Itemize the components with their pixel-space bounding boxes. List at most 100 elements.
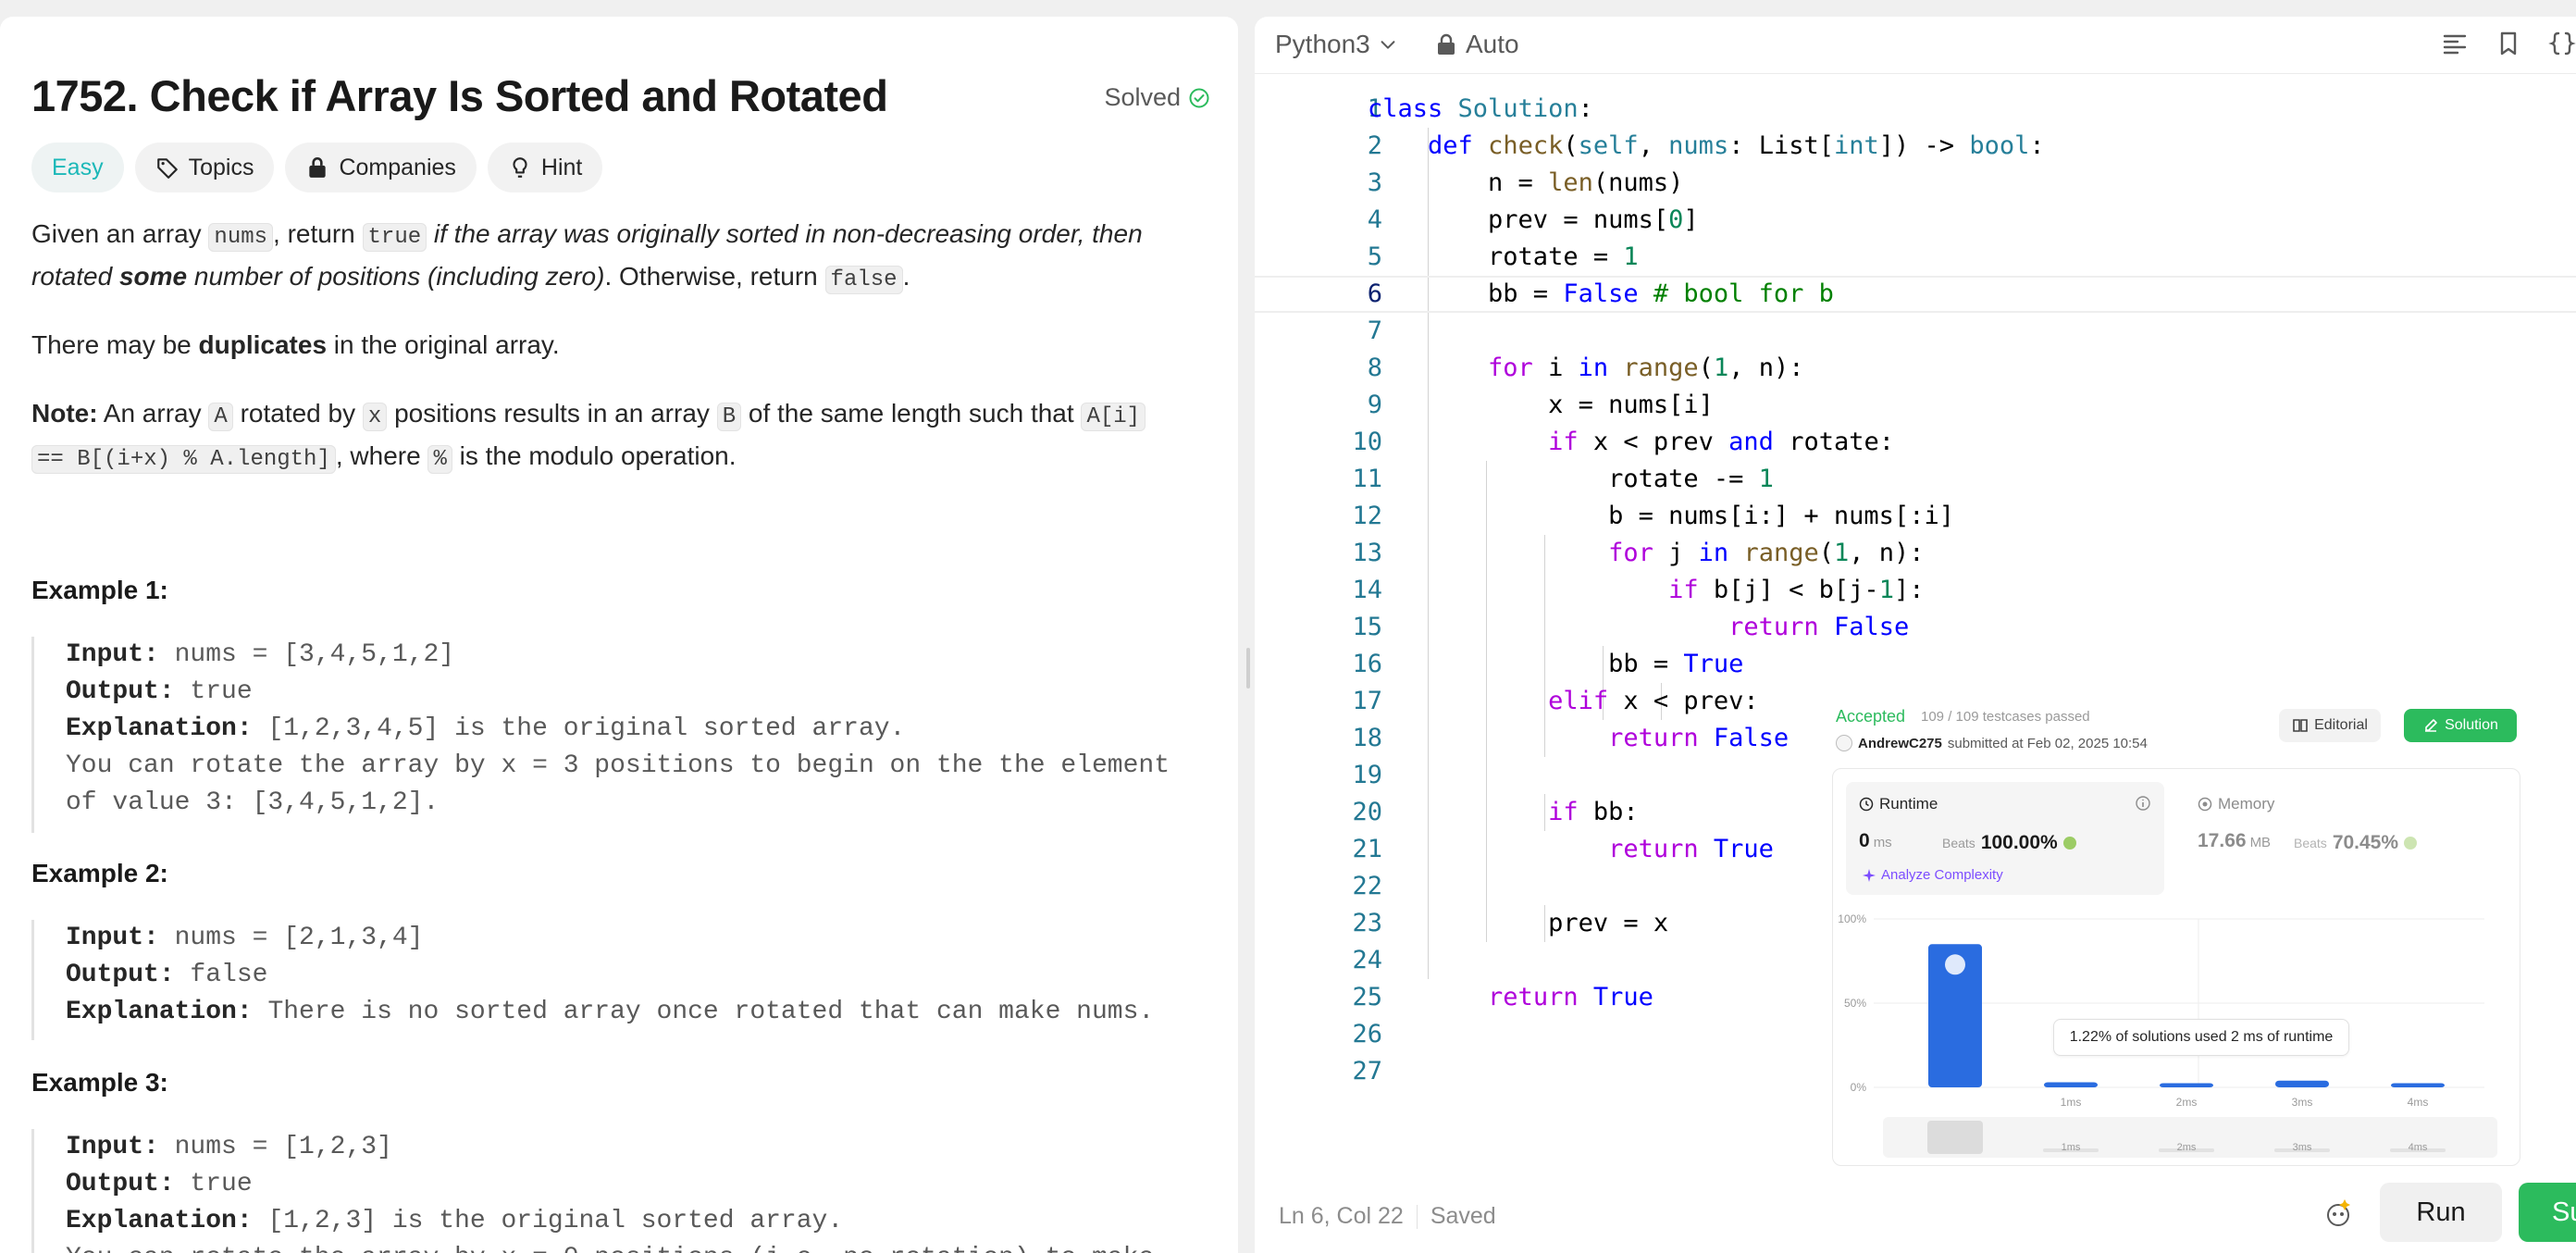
slider-tick-label: 4ms [2409, 1142, 2428, 1153]
code-token: : [2029, 131, 2045, 160]
panel-resize-handle[interactable] [1242, 0, 1255, 1253]
code-line[interactable]: 4 prev = nums[0] [1255, 202, 2576, 239]
example-2-explanation: Explanation: There is no sorted array on… [66, 994, 1210, 1031]
desc-text: . Otherwise, return [604, 262, 825, 291]
code-line[interactable]: 1 class Solution: [1255, 91, 2576, 128]
memory-unit: MB [2249, 835, 2272, 850]
code-line[interactable]: 5 rotate = 1 [1255, 239, 2576, 276]
info-icon[interactable] [2135, 795, 2151, 812]
example-1-input: Input: nums = [3,4,5,1,2] [66, 637, 1210, 674]
solution-button[interactable]: Solution [2404, 709, 2517, 742]
editorial-button[interactable]: Editorial [2279, 709, 2381, 742]
memory-header[interactable]: Memory [2198, 795, 2274, 813]
example-1-explanation-line-3: of value 3: [3,4,5,1,2]. [66, 788, 440, 817]
code-token: for [1488, 354, 1533, 382]
bookmark-icon[interactable] [2495, 30, 2522, 57]
resize-grip[interactable] [1246, 648, 1250, 689]
code-line[interactable]: 14 if b[j] < b[j-1]: [1255, 572, 2576, 609]
code-line[interactable]: 13 for j in range(1, n): [1255, 535, 2576, 572]
input-value: nums = [1,2,3] [158, 1133, 392, 1161]
code-line[interactable]: 16 bb = True [1255, 646, 2576, 683]
code-line[interactable]: 8 for i in range(1, n): [1255, 350, 2576, 387]
line-number: 20 [1352, 798, 1382, 826]
analyze-label: Analyze Complexity [1881, 867, 2003, 883]
input-label: Input: [66, 640, 159, 669]
code-line[interactable]: 7 [1255, 313, 2576, 350]
desc-text: , where [335, 441, 428, 470]
ai-assistant-icon[interactable] [2322, 1197, 2354, 1229]
line-number: 16 [1352, 650, 1382, 678]
code-line[interactable]: 3 n = len(nums) [1255, 165, 2576, 202]
runtime-beats-value: 100.00% [1980, 832, 2058, 853]
code-token: ( [1563, 131, 1579, 160]
line-number: 14 [1352, 576, 1382, 604]
code-line[interactable]: 9 x = nums[i] [1255, 387, 2576, 424]
code-token: len [1548, 168, 1593, 197]
desc-text: There may be [31, 330, 199, 359]
run-button[interactable]: Run [2380, 1183, 2502, 1242]
line-number: 23 [1352, 909, 1382, 937]
explanation-label: Explanation: [66, 714, 253, 743]
status-info: Ln 6, Col 22 Saved [1279, 1203, 1496, 1230]
language-select[interactable]: Python3 [1275, 30, 1398, 59]
code-line[interactable]: 6 bb = False # bool for b [1255, 276, 2576, 313]
sparkle-icon [1863, 868, 1876, 882]
input-label: Input: [66, 924, 159, 952]
code-line[interactable]: 2 def check(self, nums: List[int]) -> bo… [1255, 128, 2576, 165]
submitter-name[interactable]: AndrewC275 [1858, 736, 1942, 751]
y-tick-label: 100% [1838, 912, 1866, 925]
companies-tag[interactable]: Companies [285, 143, 477, 192]
x-tick-label: 4ms [2408, 1096, 2429, 1109]
code-token: return [1608, 724, 1699, 752]
code-token: 1 [1623, 242, 1639, 271]
code-line[interactable]: 12 b = nums[i:] + nums[:i] [1255, 498, 2576, 535]
range-slider-handle [1927, 1121, 1983, 1154]
clock-icon [1859, 797, 1874, 812]
submit-button[interactable]: Submit [2519, 1183, 2576, 1242]
example-2-block: Input: nums = [2,1,3,4] Output: false Ex… [31, 920, 1210, 1040]
code-line[interactable]: 11 rotate -= 1 [1255, 461, 2576, 498]
check-circle-icon [1189, 88, 1209, 107]
code-token: 1 [1758, 465, 1774, 493]
example-1-block: Input: nums = [3,4,5,1,2] Output: true E… [31, 637, 1210, 833]
code-text: rotate = 1 [1368, 239, 1639, 276]
runtime-box[interactable]: Runtime 0 ms Beats 100.00% Analyze Comple… [1846, 782, 2164, 895]
braces-icon[interactable] [2548, 30, 2576, 57]
hint-tag[interactable]: Hint [487, 143, 603, 192]
code-line[interactable]: 15 return False [1255, 609, 2576, 646]
analyze-complexity-link[interactable]: Analyze Complexity [1863, 867, 2003, 883]
example-2-title: Example 2: [31, 859, 168, 887]
line-number: 25 [1352, 983, 1382, 1011]
topics-tag[interactable]: Topics [134, 143, 275, 192]
example-2-output: Output: false [66, 957, 1210, 994]
code-token: if [1668, 576, 1699, 604]
code-line[interactable]: 10 if x < prev and rotate: [1255, 424, 2576, 461]
auto-mode-toggle[interactable]: Auto [1436, 30, 1519, 59]
stats-card: Runtime 0 ms Beats 100.00% Analyze Comple… [1832, 768, 2520, 1166]
example-3-explanation-line-2: You can rotate the array by x = 0 positi… [66, 1240, 1210, 1253]
code-token: int [1834, 131, 1879, 160]
chevron-down-icon [1381, 41, 1395, 49]
accepted-status: Accepted [1836, 707, 1906, 726]
inline-code: nums [208, 223, 274, 252]
submission-time: submitted at Feb 02, 2025 10:54 [1947, 735, 2148, 751]
problem-tags: Easy Topics Companies Hint [31, 143, 603, 192]
line-number: 9 [1367, 391, 1382, 419]
leaf-icon [2062, 837, 2076, 850]
example-1-explanation: Explanation: [1,2,3,4,5] is the original… [66, 711, 1210, 748]
format-code-icon[interactable] [2441, 30, 2469, 57]
code-token: ] [1683, 205, 1699, 234]
solution-label: Solution [2445, 717, 2498, 733]
beats-label: Beats [1942, 836, 1975, 850]
line-number: 7 [1367, 316, 1382, 345]
testcases-passed: 109 / 109 testcases passed [1921, 709, 2090, 725]
input-value: nums = [3,4,5,1,2] [158, 640, 455, 669]
desc-text: , return [273, 219, 363, 248]
